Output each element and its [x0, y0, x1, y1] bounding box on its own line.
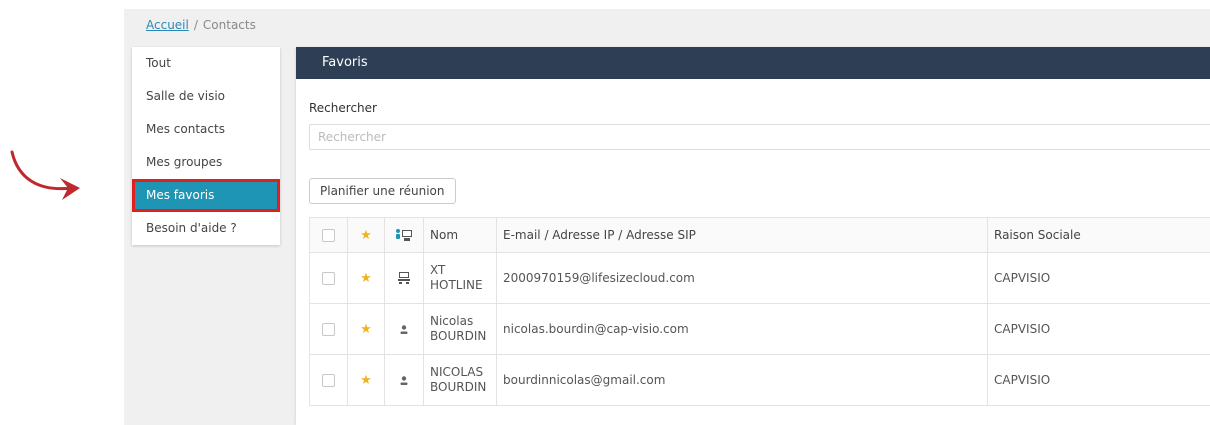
contact-name-line2: BOURDIN: [430, 380, 487, 394]
contact-type-icon: [396, 229, 412, 242]
menu-item-salle-de-visio[interactable]: Salle de visio: [132, 80, 280, 113]
contact-company: CAPVISIO: [987, 354, 1210, 406]
menu-item-mes-groupes[interactable]: Mes groupes: [132, 146, 280, 179]
contact-name-line2: HOTLINE: [430, 278, 483, 292]
search-label: Rechercher: [309, 101, 377, 115]
row-select[interactable]: [309, 354, 348, 406]
menu-item-mes-contacts[interactable]: Mes contacts: [132, 113, 280, 146]
row-checkbox[interactable]: [322, 323, 335, 336]
header-select-all[interactable]: [309, 217, 348, 253]
header-email[interactable]: E-mail / Adresse IP / Adresse SIP: [496, 217, 988, 253]
contact-name-line2: BOURDIN: [430, 329, 487, 343]
breadcrumb-separator: /: [193, 18, 198, 32]
row-type: [384, 303, 424, 355]
header-type: [384, 217, 424, 253]
row-select[interactable]: [309, 252, 348, 304]
breadcrumb: Accueil / Contacts: [146, 17, 256, 33]
row-favorite[interactable]: ★: [347, 354, 385, 406]
menu-item-mes-favoris[interactable]: Mes favoris: [132, 179, 280, 212]
contact-name: Nicolas BOURDIN: [423, 303, 497, 355]
panel-title: Favoris: [296, 47, 1210, 79]
contact-name: NICOLAS BOURDIN: [423, 354, 497, 406]
contact-company: CAPVISIO: [987, 303, 1210, 355]
user-icon: [400, 324, 408, 334]
contact-name-line1: XT: [430, 263, 446, 277]
row-favorite[interactable]: ★: [347, 252, 385, 304]
star-icon: ★: [360, 227, 372, 243]
contacts-menu: Tout Salle de visio Mes contacts Mes gro…: [132, 47, 280, 245]
contact-name: XT HOTLINE: [423, 252, 497, 304]
contact-email: 2000970159@lifesizecloud.com: [496, 252, 988, 304]
user-icon: [400, 375, 408, 385]
row-checkbox[interactable]: [322, 374, 335, 387]
search-input[interactable]: [309, 124, 1210, 150]
plan-meeting-button[interactable]: Planifier une réunion: [309, 178, 456, 204]
room-icon: [398, 272, 410, 285]
contacts-table: ★ Nom E-mail / Adresse IP / Adresse SIP …: [309, 217, 1210, 406]
menu-item-besoin-d-aide[interactable]: Besoin d'aide ?: [132, 212, 280, 245]
annotation-arrow-icon: [10, 150, 80, 200]
header-name[interactable]: Nom: [423, 217, 497, 253]
contact-name-line1: NICOLAS: [430, 365, 484, 379]
menu-item-tout[interactable]: Tout: [132, 47, 280, 80]
table-row[interactable]: ★ XT HOTLINE 2000970159@lifesizecloud.co…: [309, 252, 1210, 304]
select-all-checkbox[interactable]: [322, 229, 335, 242]
contact-email: bourdinnicolas@gmail.com: [496, 354, 988, 406]
table-row[interactable]: ★ Nicolas BOURDIN nicolas.bourdin@cap-vi…: [309, 303, 1210, 355]
favorites-panel: Favoris Rechercher Planifier une réunion…: [296, 47, 1210, 425]
star-icon[interactable]: ★: [360, 322, 372, 337]
contact-company: CAPVISIO: [987, 252, 1210, 304]
contact-email: nicolas.bourdin@cap-visio.com: [496, 303, 988, 355]
row-favorite[interactable]: ★: [347, 303, 385, 355]
star-icon[interactable]: ★: [360, 373, 372, 388]
row-type: [384, 252, 424, 304]
contact-name-line1: Nicolas: [430, 314, 474, 328]
breadcrumb-current: Contacts: [202, 18, 256, 32]
star-icon[interactable]: ★: [360, 271, 372, 286]
row-checkbox[interactable]: [322, 272, 335, 285]
header-company[interactable]: Raison Sociale: [987, 217, 1210, 253]
app-window: Accueil / Contacts Tout Salle de visio Mes…: [124, 9, 1210, 425]
header-favorite: ★: [347, 217, 385, 253]
table-header-row: ★ Nom E-mail / Adresse IP / Adresse SIP …: [309, 217, 1210, 253]
row-select[interactable]: [309, 303, 348, 355]
row-type: [384, 354, 424, 406]
table-row[interactable]: ★ NICOLAS BOURDIN bourdinnicolas@gmail.c…: [309, 354, 1210, 406]
breadcrumb-home-link[interactable]: Accueil: [146, 18, 189, 32]
